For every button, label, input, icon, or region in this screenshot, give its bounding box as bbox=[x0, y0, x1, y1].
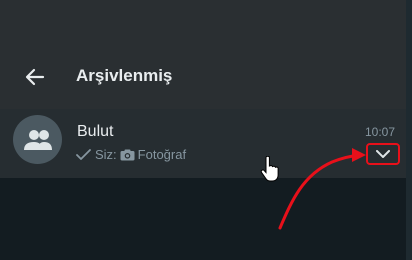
pointer-hand-icon bbox=[260, 156, 279, 182]
page-title: Arşivlenmiş bbox=[76, 66, 173, 85]
chevron-down-icon bbox=[376, 149, 390, 158]
preview-text: Fotoğraf bbox=[137, 147, 187, 162]
back-button[interactable] bbox=[22, 64, 48, 90]
group-icon bbox=[23, 129, 52, 150]
double-check-icon bbox=[76, 149, 91, 160]
avatar bbox=[13, 115, 62, 164]
chat-time: 10:07 bbox=[364, 125, 395, 139]
chat-name: Bulut bbox=[77, 123, 114, 140]
scrollbar-track[interactable] bbox=[406, 0, 412, 260]
camera-icon bbox=[120, 149, 135, 161]
chat-menu-dropdown-button[interactable] bbox=[366, 143, 400, 165]
chat-list-item[interactable]: Bulut 10:07 Siz: Fotoğraf bbox=[0, 109, 412, 178]
preview-sender: Siz: bbox=[95, 147, 117, 162]
arrow-left-icon bbox=[25, 68, 45, 86]
chat-preview: Siz: Fotoğraf bbox=[76, 146, 186, 164]
archived-header: Arşivlenmiş bbox=[0, 0, 412, 109]
